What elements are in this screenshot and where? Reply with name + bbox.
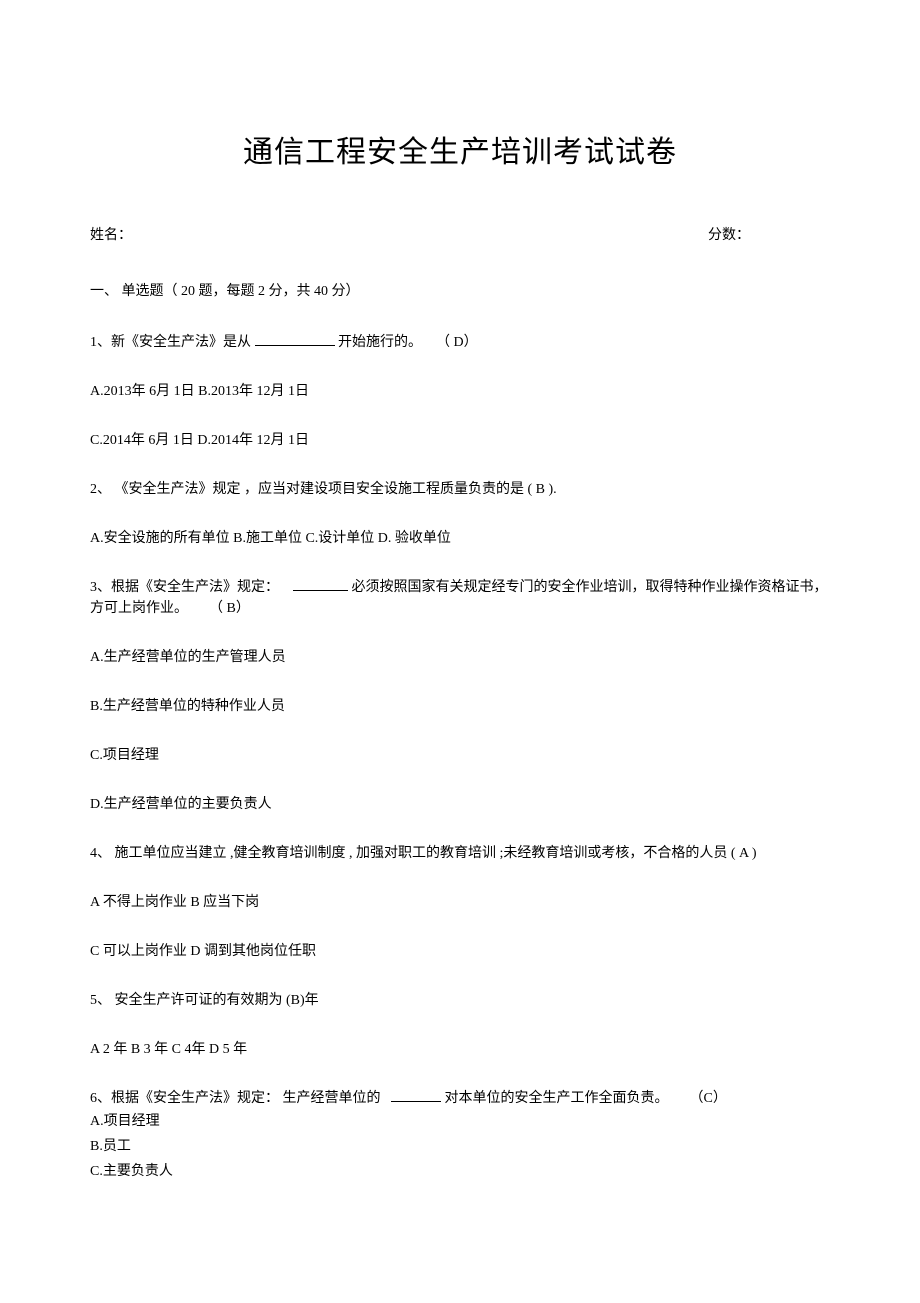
- q3-text-a: 3、根据《安全生产法》规定：: [90, 580, 279, 595]
- q6-text-b: 对本单位的安全生产工作全面负责。: [445, 1091, 669, 1106]
- question-5: 5、 安全生产许可证的有效期为 (B)年: [90, 990, 830, 1011]
- q1-text-b: 开始施行的。: [338, 335, 422, 350]
- q6-opt-b: B.员工: [90, 1134, 830, 1159]
- q3-answer: （ B）: [209, 601, 250, 616]
- question-4: 4、 施工单位应当建立 ,健全教育培训制度 , 加强对职工的教育培训 ;未经教育…: [90, 843, 830, 864]
- q1-blank: [255, 332, 335, 346]
- section-1-header: 一、 单选题（ 20 题，每题 2 分，共 40 分）: [90, 281, 830, 302]
- name-label: 姓名：: [90, 225, 132, 246]
- question-6: 6、根据《安全生产法》规定： 生产经营单位的 对本单位的安全生产工作全面负责。 …: [90, 1088, 830, 1109]
- question-3: 3、根据《安全生产法》规定： 必须按照国家有关规定经专门的安全作业培训，取得特种…: [90, 577, 830, 619]
- q6-opt-c: C.主要负责人: [90, 1159, 830, 1184]
- q3-opt-b: B.生产经营单位的特种作业人员: [90, 696, 830, 717]
- q3-opt-a: A.生产经营单位的生产管理人员: [90, 647, 830, 668]
- exam-title: 通信工程安全生产培训考试试卷: [90, 130, 830, 175]
- q1-options-2: C.2014年 6月 1日 D.2014年 12月 1日: [90, 430, 830, 451]
- q1-options-1: A.2013年 6月 1日 B.2013年 12月 1日: [90, 381, 830, 402]
- q5-options: A 2 年 B 3 年 C 4年 D 5 年: [90, 1039, 830, 1060]
- q1-answer: （ D）: [436, 335, 478, 350]
- q6-text-a: 6、根据《安全生产法》规定： 生产经营单位的: [90, 1091, 381, 1106]
- q1-text-a: 1、新《安全生产法》是从: [90, 335, 251, 350]
- q6-answer: （C）: [690, 1091, 727, 1106]
- q4-options-1: A 不得上岗作业 B 应当下岗: [90, 892, 830, 913]
- q2-options: A.安全设施的所有单位 B.施工单位 C.设计单位 D. 验收单位: [90, 528, 830, 549]
- q6-opt-a: A.项目经理: [90, 1109, 830, 1134]
- q3-blank: [293, 577, 348, 591]
- q6-blank: [391, 1088, 441, 1102]
- q6-options: A.项目经理 B.员工 C.主要负责人: [90, 1109, 830, 1185]
- header-row: 姓名： 分数：: [90, 225, 830, 246]
- question-1: 1、新《安全生产法》是从 开始施行的。 （ D）: [90, 332, 830, 353]
- score-label: 分数：: [708, 225, 750, 246]
- q3-opt-d: D.生产经营单位的主要负责人: [90, 794, 830, 815]
- q3-opt-c: C.项目经理: [90, 745, 830, 766]
- question-2: 2、 《安全生产法》规定 ，应当对建设项目安全设施工程质量负责的是 ( B ).: [90, 479, 830, 500]
- q4-options-2: C 可以上岗作业 D 调到其他岗位任职: [90, 941, 830, 962]
